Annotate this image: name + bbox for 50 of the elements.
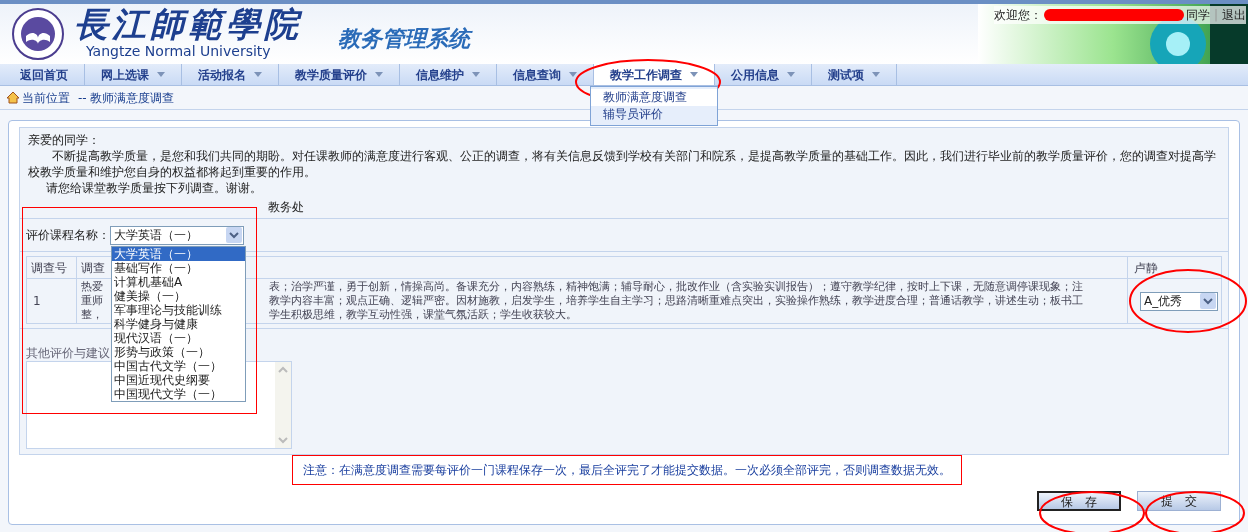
course-option[interactable]: 中国近现代史纲要 [112,373,245,387]
course-option[interactable]: 大学英语（一） [112,247,245,261]
intro-paragraph: 不断提高教学质量，是您和我们共同的期盼。对任课教师的满意度进行客观、公正的调查，将有关信息反馈到学校有关部门和院系，是提高教学质量的基础工作。因此，我们进行毕业前的教学质量评价，您的调查对提高学校教学质量和维护您自身的权益都将起到重要的作用。 [28,148,1217,180]
table-cell-text: 重师 [81,294,104,308]
table-cell-text: 热爱 [81,280,104,294]
course-option[interactable]: 现代汉语（一） [112,331,245,345]
nav-menu-item[interactable]: 教学质量评价 [279,64,400,85]
column-header: 调查号 [26,256,77,279]
greeting-text: 亲爱的同学： [28,132,101,148]
column-header: 卢静 [1127,256,1222,279]
logout-link[interactable]: 退出 [1222,6,1246,24]
table-cell-text: 表；治学严谨，勇于创新，情操高尚。备课充分，内容熟练，精神饱满；辅导耐心，批改作业（含实验实训报告）；遵守教学纪律，按时上下课，无随意调停课现象；注 [269,280,1083,294]
nav-menu-item[interactable]: 测试项 [812,64,897,85]
user-suffix: 同学 [1185,7,1210,24]
submenu-item[interactable]: 教师满意度调查 [591,89,717,106]
course-option[interactable]: 基础写作（一） [112,261,245,275]
request-text: 请您给课堂教学质量按下列调查。谢谢。 [45,180,263,196]
table-cell-text: 学生积极思维，教学互动性强，课堂气氛活跃；学生收获较大。 [269,308,577,322]
action-button[interactable]: 保 存 [1037,491,1121,511]
course-option[interactable]: 科学健身与健康 [112,317,245,331]
course-option[interactable]: 健美操（一） [112,289,245,303]
separator: | [1213,7,1218,24]
nav-menu-item[interactable]: 返回首页 [4,64,85,85]
table-cell-text: 整， [81,308,104,322]
nav-menu-item[interactable]: 教学工作调查 [594,64,715,85]
notice-text: 注意：在满意度调查需要每评价一门课程保存一次，最后全评完了才能提交数据。一次必须全部评完，否则调查数据无效。 [292,455,962,485]
course-option[interactable]: 形势与政策（一） [112,345,245,359]
course-select[interactable]: 大学英语（一） [110,225,244,245]
logo-icon [12,8,64,60]
signature-text: 教务处 [268,199,304,216]
submenu-item[interactable]: 辅导员评价 [591,106,717,123]
school-name: 長江師範學院 [74,4,302,44]
school-name-english: Yangtze Normal University [86,44,272,58]
nav-menu-item[interactable]: 公用信息 [715,64,812,85]
nav-menu-item[interactable]: 信息维护 [400,64,497,85]
comments-label: 其他评价与建议 [26,345,110,361]
course-option[interactable]: 军事理论与技能训练 [112,303,245,317]
course-option[interactable]: 中国古代文学（一） [112,359,245,373]
table-cell: 1 [26,278,77,324]
breadcrumb-path: -- 教师满意度调查 [78,89,175,107]
course-option[interactable]: 中国现代文学（一） [112,387,245,401]
home-icon [6,91,20,104]
nav-menu-item[interactable]: 网上选课 [85,64,182,85]
table-cell-text: 教学内容丰富；观点正确、逻辑严密。因材施教，启发学生，培养学生自主学习；思路清晰重难点突出，实验操作熟练，教学进度合理；普通话教学，讲述生动；板书工 [269,294,1083,308]
welcome-label: 欢迎您： [993,7,1042,24]
course-select-label: 评价课程名称： [26,227,110,244]
breadcrumb-label: 当前位置 [22,89,70,107]
course-option[interactable]: 计算机基础A [112,275,245,289]
nav-menu-item[interactable]: 活动报名 [182,64,279,85]
rating-select[interactable]: A_优秀 [1140,291,1218,311]
